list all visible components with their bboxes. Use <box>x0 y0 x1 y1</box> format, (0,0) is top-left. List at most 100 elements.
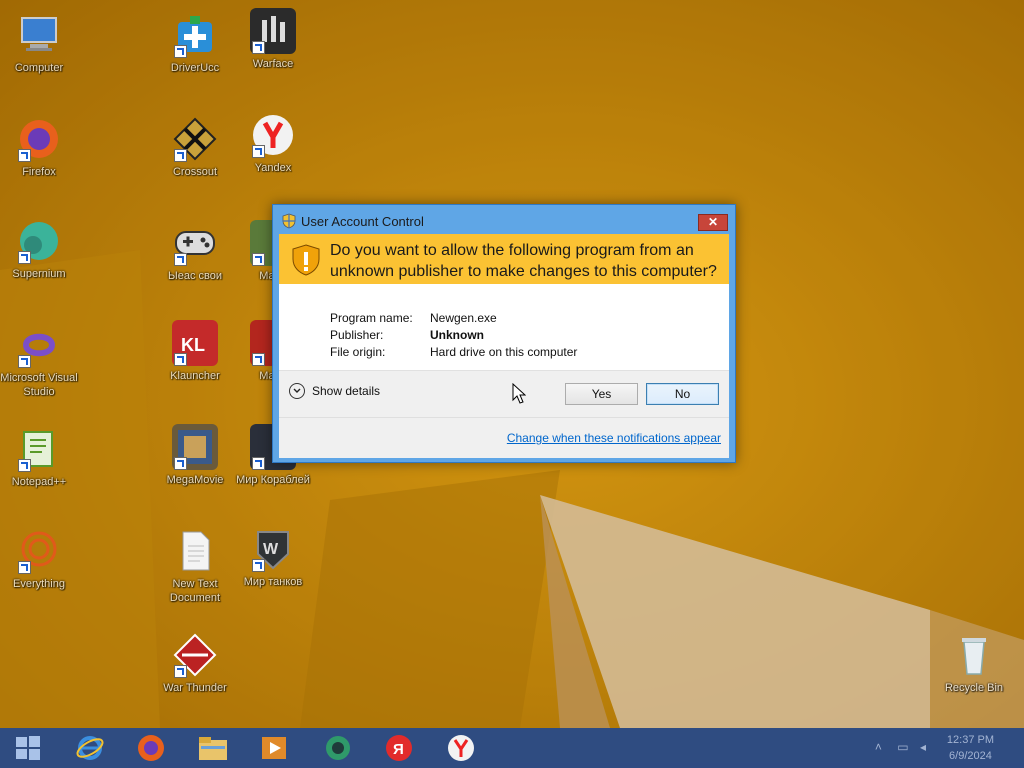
change-notifications-link[interactable]: Change when these notifications appear <box>507 431 721 445</box>
start-icon <box>16 736 40 760</box>
war-thunder-icon <box>172 632 218 678</box>
shortcut-arrow-icon <box>18 459 31 472</box>
desktop-icon-war-thunder[interactable]: War Thunder <box>156 632 234 695</box>
program-name-value: Newgen.exe <box>430 311 497 325</box>
tray-chevron-icon[interactable]: ˄ <box>875 740 882 754</box>
firefox-icon <box>138 735 164 761</box>
publisher-key: Publisher: <box>330 328 384 342</box>
program-name-key: Program name: <box>330 311 413 325</box>
yes-button[interactable]: Yes <box>565 383 638 405</box>
publisher-value: Unknown <box>430 328 484 342</box>
desktop-icon-new-text-document[interactable]: New Text Document <box>156 528 234 605</box>
desktop-icon-computer[interactable]: Computer <box>0 12 78 75</box>
file-origin-key: File origin: <box>330 345 386 359</box>
taskbar-yandex-browser[interactable]: Я <box>375 731 423 765</box>
gamepad-icon <box>172 220 218 266</box>
show-details-label: Show details <box>312 384 381 398</box>
shortcut-arrow-icon <box>18 251 31 264</box>
taskbar-clock[interactable]: 12:37 PM 6/9/2024 <box>947 732 994 764</box>
taskbar-media-player[interactable] <box>250 731 298 765</box>
supernium-icon <box>326 736 350 760</box>
shortcut-arrow-icon <box>174 45 187 58</box>
yandex-browser-icon: Я <box>386 735 412 761</box>
volume-icon[interactable]: ◂ <box>920 740 926 754</box>
taskbar-file-explorer[interactable] <box>189 731 237 765</box>
shortcut-arrow-icon <box>18 561 31 574</box>
desktop-icon-game[interactable]: Ыеас свои <box>156 220 234 283</box>
no-button[interactable]: No <box>646 383 719 405</box>
shortcut-arrow-icon <box>252 353 265 366</box>
computer-icon <box>16 12 62 58</box>
start-button[interactable] <box>4 731 52 765</box>
world-of-tanks-icon: W <box>250 526 296 572</box>
desktop-icon-label: Warface <box>252 58 294 70</box>
desktop-icon-everything[interactable]: Everything <box>0 528 78 591</box>
firefox-icon <box>16 116 62 162</box>
dialog-titlebar[interactable]: User Account Control ✕ <box>273 205 735 235</box>
visual-studio-icon <box>16 322 62 368</box>
megamovie-icon <box>172 424 218 470</box>
close-icon: ✕ <box>707 215 719 229</box>
shortcut-arrow-icon <box>252 559 265 572</box>
desktop-icon-label: Computer <box>14 62 64 74</box>
desktop-icon-visual-studio[interactable]: Microsoft Visual Studio <box>0 322 78 399</box>
desktop-icon-label: Notepad++ <box>11 476 67 488</box>
desktop-icon-label: Yandex <box>254 162 292 174</box>
desktop-icon-notepadpp[interactable]: Notepad++ <box>0 426 78 489</box>
desktop-icon-label: Klauncher <box>170 370 220 382</box>
network-icon[interactable]: ▭ <box>897 740 908 754</box>
shortcut-arrow-icon <box>18 355 31 368</box>
system-tray[interactable]: ˄ ▭ ◂ <box>875 740 926 754</box>
svg-text:W: W <box>263 541 279 558</box>
desktop-icon-label: Мир танков <box>243 576 303 588</box>
klauncher-icon: KL <box>172 320 218 366</box>
taskbar-internet-explorer[interactable] <box>66 731 114 765</box>
shortcut-arrow-icon <box>174 665 187 678</box>
taskbar-supernium[interactable] <box>314 731 362 765</box>
uac-shield-icon <box>282 213 296 229</box>
desktop-icon-world-of-tanks[interactable]: W Мир танков <box>234 526 312 589</box>
desktop-icon-label: New Text Document <box>169 578 221 604</box>
mouse-cursor-icon <box>512 383 526 404</box>
shortcut-arrow-icon <box>174 253 187 266</box>
desktop-icon-warface[interactable]: Warface <box>234 8 312 71</box>
shortcut-arrow-icon <box>18 149 31 162</box>
supernium-icon <box>16 218 62 264</box>
desktop-icon-supernium[interactable]: Supernium <box>0 218 78 281</box>
desktop-icon-crossout[interactable]: Crossout <box>156 116 234 179</box>
desktop-icon-label: Ыеас свои <box>167 270 222 282</box>
desktop-icon-klauncher[interactable]: KL Klauncher <box>156 320 234 383</box>
desktop-icon-driverucc[interactable]: DriverUcc <box>156 12 234 75</box>
desktop-icon-megamovie[interactable]: MegaMovie <box>156 424 234 487</box>
svg-text:KL: KL <box>181 335 205 355</box>
shortcut-arrow-icon <box>174 149 187 162</box>
taskbar-yandex[interactable] <box>437 731 485 765</box>
shortcut-arrow-icon <box>174 457 187 470</box>
desktop-icon-label: Мир Кораблей <box>236 474 310 486</box>
desktop-icon-firefox[interactable]: Firefox <box>0 116 78 179</box>
taskbar: Я ˄ ▭ ◂ 12:37 PM 6/9/2024 <box>0 728 1024 768</box>
show-details-toggle[interactable]: Show details <box>289 383 380 399</box>
desktop-icon-label: War Thunder <box>163 682 227 694</box>
warning-banner: Do you want to allow the following progr… <box>279 234 729 284</box>
dialog-body: Do you want to allow the following progr… <box>279 234 729 458</box>
desktop-icon-label: Everything <box>13 578 65 590</box>
internet-explorer-icon <box>76 736 104 760</box>
footer-divider <box>279 417 729 418</box>
warning-shield-icon <box>292 244 320 276</box>
uac-dialog: User Account Control ✕ Do you want to al… <box>272 204 736 463</box>
chevron-down-icon <box>289 383 305 399</box>
desktop-icon-label: Firefox <box>22 166 56 178</box>
desktop-icon-yandex[interactable]: Yandex <box>234 112 312 175</box>
shortcut-arrow-icon <box>252 41 265 54</box>
uac-question: Do you want to allow the following progr… <box>330 242 717 280</box>
yandex-browser-icon <box>250 112 296 158</box>
shortcut-arrow-icon <box>252 457 265 470</box>
driver-toolbox-icon <box>172 12 218 58</box>
desktop-icon-recycle-bin[interactable]: Recycle Bin <box>935 632 1013 695</box>
taskbar-firefox[interactable] <box>127 731 175 765</box>
dialog-footer: Show details Yes No Change when these no… <box>279 370 729 458</box>
shortcut-arrow-icon <box>174 353 187 366</box>
shortcut-arrow-icon <box>252 253 265 266</box>
close-button[interactable]: ✕ <box>698 214 728 231</box>
